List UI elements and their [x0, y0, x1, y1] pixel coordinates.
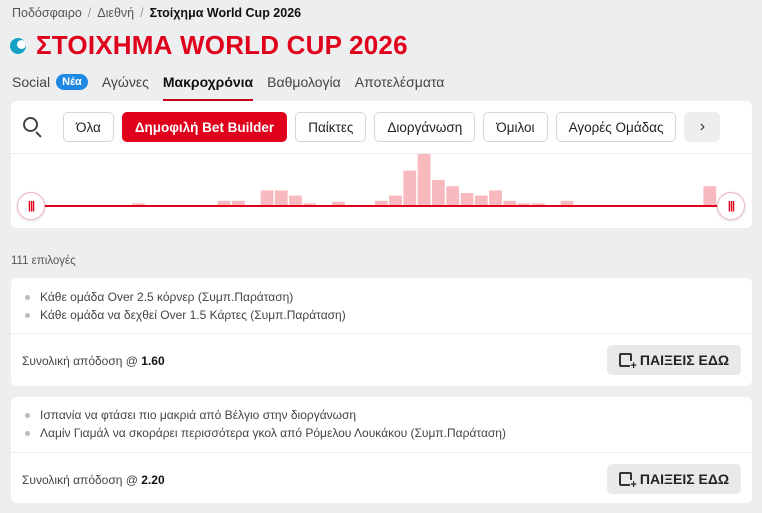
tab-label: Αγώνες	[101, 74, 149, 90]
filter-chip-tournament[interactable]: Διοργάνωση	[374, 112, 476, 142]
bet-leg: Λαμίν Γιαμάλ να σκοράρει περισσότερα γκο…	[25, 424, 752, 442]
leg-dot	[25, 312, 30, 318]
leg-text: Κάθε ομάδα να δεχθεί Over 1.5 Κάρτες (Συ…	[40, 308, 346, 322]
tab-bar: Social Νέα Αγώνες Μακροχρόνια Βαθμολογία…	[12, 72, 445, 101]
histogram-bar	[274, 190, 288, 206]
bet-leg: Ισπανία να φτάσει πιο μακριά από Βέλγιο …	[25, 406, 752, 424]
histogram-bar	[417, 154, 431, 206]
filter-bar: Όλα Δημοφιλή Bet Builder Παίκτες Διοργάν…	[11, 101, 752, 153]
leg-text: Κάθε ομάδα Over 2.5 κόρνερ (Συμπ.Παράτασ…	[40, 290, 294, 304]
histogram-bar	[289, 195, 302, 206]
odds-histogram	[31, 154, 731, 207]
leg-dot	[25, 294, 30, 300]
histogram-bar	[703, 186, 717, 206]
odds-value: 1.60	[141, 354, 165, 368]
breadcrumb-separator: /	[140, 6, 144, 20]
slider-handle-min-icon[interactable]: |||	[17, 192, 45, 220]
tab-label: Αποτελέσματα	[354, 74, 445, 90]
bet-builder-card: Ισπανία να φτάσει πιο μακριά από Βέλγιο …	[11, 397, 752, 503]
histogram-bar	[460, 193, 474, 206]
breadcrumb-separator: /	[87, 6, 92, 20]
tab-results[interactable]: Αποτελέσματα	[355, 72, 445, 92]
page-title: ΣΤΟΙΧΗΜΑ WORLD CUP 2026	[36, 30, 408, 60]
filter-chip-groups[interactable]: Όμιλοι	[483, 112, 548, 142]
betslip-add-icon	[618, 353, 637, 371]
filter-chip-team-markets[interactable]: Αγορές Ομάδας	[555, 112, 677, 142]
filter-chip-popular-bet-builder[interactable]: Δημοφιλή Bet Builder	[121, 112, 288, 142]
histogram-bar	[432, 180, 445, 206]
betslip-add-icon	[618, 472, 637, 490]
histogram-bar	[446, 186, 460, 206]
leg-dot	[25, 430, 30, 436]
breadcrumb: Ποδόσφαιρο / Διεθνή / Στοίχημα World Cup…	[12, 6, 301, 20]
odds-range-slider: ||| |||	[11, 153, 752, 228]
total-label: Συνολική απόδοση @	[22, 473, 138, 487]
search-icon[interactable]	[21, 115, 45, 139]
play-here-button[interactable]: ΠΑΙΞΕΙΣ ΕΔΩ	[607, 345, 741, 375]
bet-builder-card: Κάθε ομάδα Over 2.5 κόρνερ (Συμπ.Παράτασ…	[11, 278, 752, 386]
tab-label: Social	[12, 74, 51, 90]
breadcrumb-item-football[interactable]: Ποδόσφαιρο	[12, 6, 82, 20]
histogram-bar	[260, 190, 274, 206]
tab-outrights[interactable]: Μακροχρόνια	[162, 72, 254, 101]
total-odds: Συνολική απόδοση @ 2.20	[22, 473, 165, 487]
tab-standings[interactable]: Βαθμολογία	[267, 72, 341, 92]
histogram-bar	[389, 195, 402, 206]
card-divider	[11, 452, 752, 453]
tab-label: Μακροχρόνια	[162, 74, 254, 90]
leg-dot	[25, 412, 30, 418]
bet-leg: Κάθε ομάδα να δεχθεί Over 1.5 Κάρτες (Συ…	[25, 306, 752, 324]
leg-text: Ισπανία να φτάσει πιο μακριά από Βέλγιο …	[40, 408, 357, 422]
button-label: ΠΑΙΞΕΙΣ ΕΔΩ	[639, 352, 730, 368]
histogram-bar	[489, 190, 502, 206]
card-divider	[11, 333, 752, 334]
bet-legs: Κάθε ομάδα Over 2.5 κόρνερ (Συμπ.Παράτασ…	[11, 288, 752, 324]
leg-text: Λαμίν Γιαμάλ να σκοράρει περισσότερα γκο…	[40, 426, 506, 440]
slider-handle-max-icon[interactable]: |||	[717, 192, 745, 220]
odds-value: 2.20	[141, 473, 165, 487]
new-badge: Νέα	[56, 74, 88, 90]
tab-social[interactable]: Social Νέα	[12, 72, 88, 92]
breadcrumb-item-current: Στοίχημα World Cup 2026	[149, 6, 302, 20]
play-here-button[interactable]: ΠΑΙΞΕΙΣ ΕΔΩ	[607, 464, 741, 494]
histogram-bar	[474, 195, 488, 206]
title-row: ΣΤΟΙΧΗΜΑ WORLD CUP 2026	[10, 30, 408, 61]
filter-chip-all[interactable]: Όλα	[63, 112, 114, 142]
bet-leg: Κάθε ομάδα Over 2.5 κόρνερ (Συμπ.Παράτασ…	[25, 288, 752, 306]
total-odds: Συνολική απόδοση @ 1.60	[22, 354, 165, 368]
tab-matches[interactable]: Αγώνες	[102, 72, 149, 92]
filter-chip-players[interactable]: Παίκτες	[295, 112, 367, 142]
breadcrumb-item-international[interactable]: Διεθνή	[97, 6, 134, 20]
chevron-right-icon[interactable]: ›	[684, 112, 721, 142]
total-label: Συνολική απόδοση @	[22, 354, 138, 368]
globe-icon	[10, 37, 26, 54]
results-count: 111 επιλογές	[11, 255, 76, 267]
bet-legs: Ισπανία να φτάσει πιο μακριά από Βέλγιο …	[11, 406, 752, 442]
button-label: ΠΑΙΞΕΙΣ ΕΔΩ	[639, 471, 730, 487]
tab-label: Βαθμολογία	[267, 74, 341, 90]
histogram-bar	[403, 170, 417, 206]
